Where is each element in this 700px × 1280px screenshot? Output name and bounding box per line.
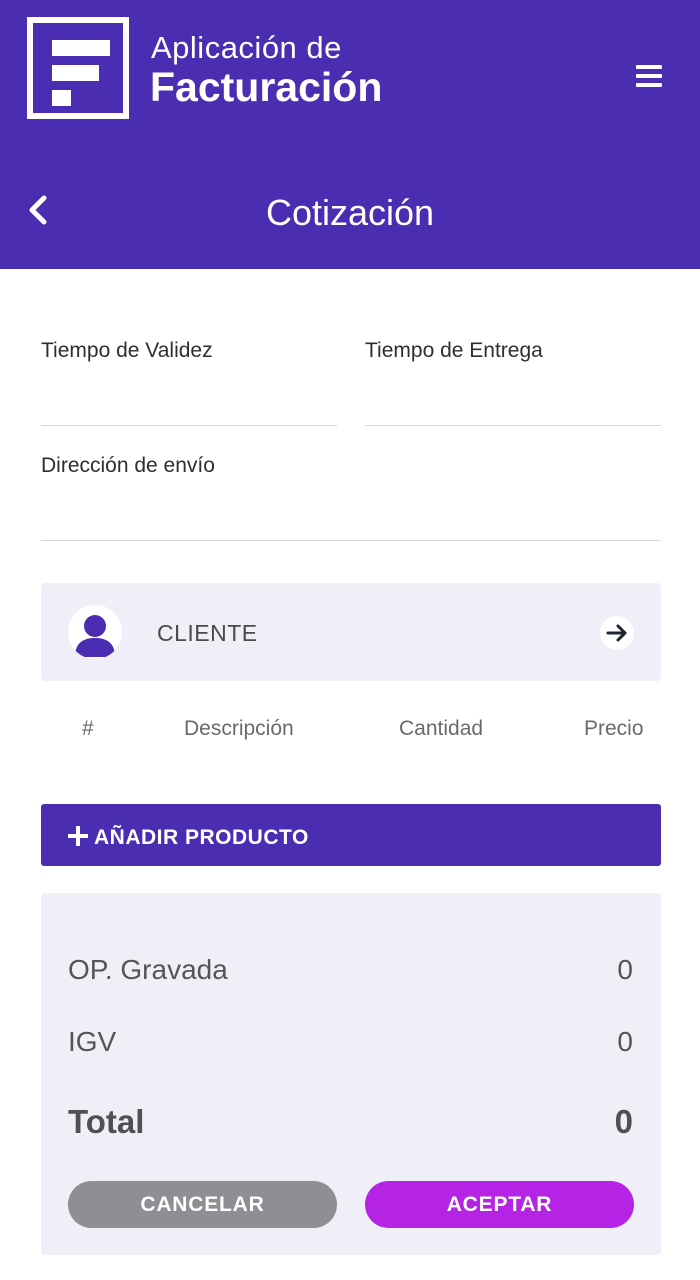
gravada-label: OP. Gravada bbox=[68, 954, 228, 985]
app-header: Aplicación de Facturación Cotización bbox=[0, 0, 700, 269]
client-label: CLIENTE bbox=[157, 620, 258, 646]
logo-bar bbox=[52, 65, 99, 81]
add-product-button[interactable]: AÑADIR PRODUCTO bbox=[41, 804, 661, 866]
column-header-quantity: Cantidad bbox=[399, 717, 484, 740]
page-title: Cotización bbox=[265, 192, 435, 233]
plus-icon bbox=[68, 826, 88, 846]
total-label: Total bbox=[68, 1103, 145, 1140]
validity-label: Tiempo de Validez bbox=[41, 339, 213, 362]
user-icon bbox=[68, 605, 122, 659]
igv-label: IGV bbox=[68, 1026, 117, 1057]
totals-summary: OP. Gravada 0 IGV 0 Total 0 CANCELAR ACE… bbox=[41, 893, 661, 1255]
delivery-label: Tiempo de Entrega bbox=[365, 339, 543, 362]
column-header-number: # bbox=[82, 717, 94, 740]
hamburger-menu-icon[interactable] bbox=[636, 65, 662, 87]
app-subtitle: Aplicación de bbox=[151, 30, 342, 65]
accept-button[interactable]: ACEPTAR bbox=[365, 1181, 634, 1228]
client-selector[interactable]: CLIENTE bbox=[41, 583, 661, 681]
arrow-right-icon[interactable] bbox=[600, 616, 634, 650]
app-title: Facturación bbox=[150, 64, 383, 110]
column-header-description: Descripción bbox=[184, 717, 294, 740]
column-header-price: Precio bbox=[584, 717, 644, 740]
validity-input[interactable] bbox=[41, 384, 337, 426]
app-logo bbox=[27, 17, 129, 119]
logo-bar bbox=[52, 40, 110, 56]
gravada-value: 0 bbox=[617, 954, 633, 985]
logo-bar bbox=[52, 90, 71, 106]
cancel-button[interactable]: CANCELAR bbox=[68, 1181, 337, 1228]
address-input[interactable] bbox=[41, 499, 661, 541]
delivery-input[interactable] bbox=[365, 384, 661, 426]
add-product-label: AÑADIR PRODUCTO bbox=[94, 826, 309, 849]
igv-value: 0 bbox=[617, 1026, 633, 1057]
address-label: Dirección de envío bbox=[41, 454, 215, 477]
total-value: 0 bbox=[614, 1103, 633, 1140]
